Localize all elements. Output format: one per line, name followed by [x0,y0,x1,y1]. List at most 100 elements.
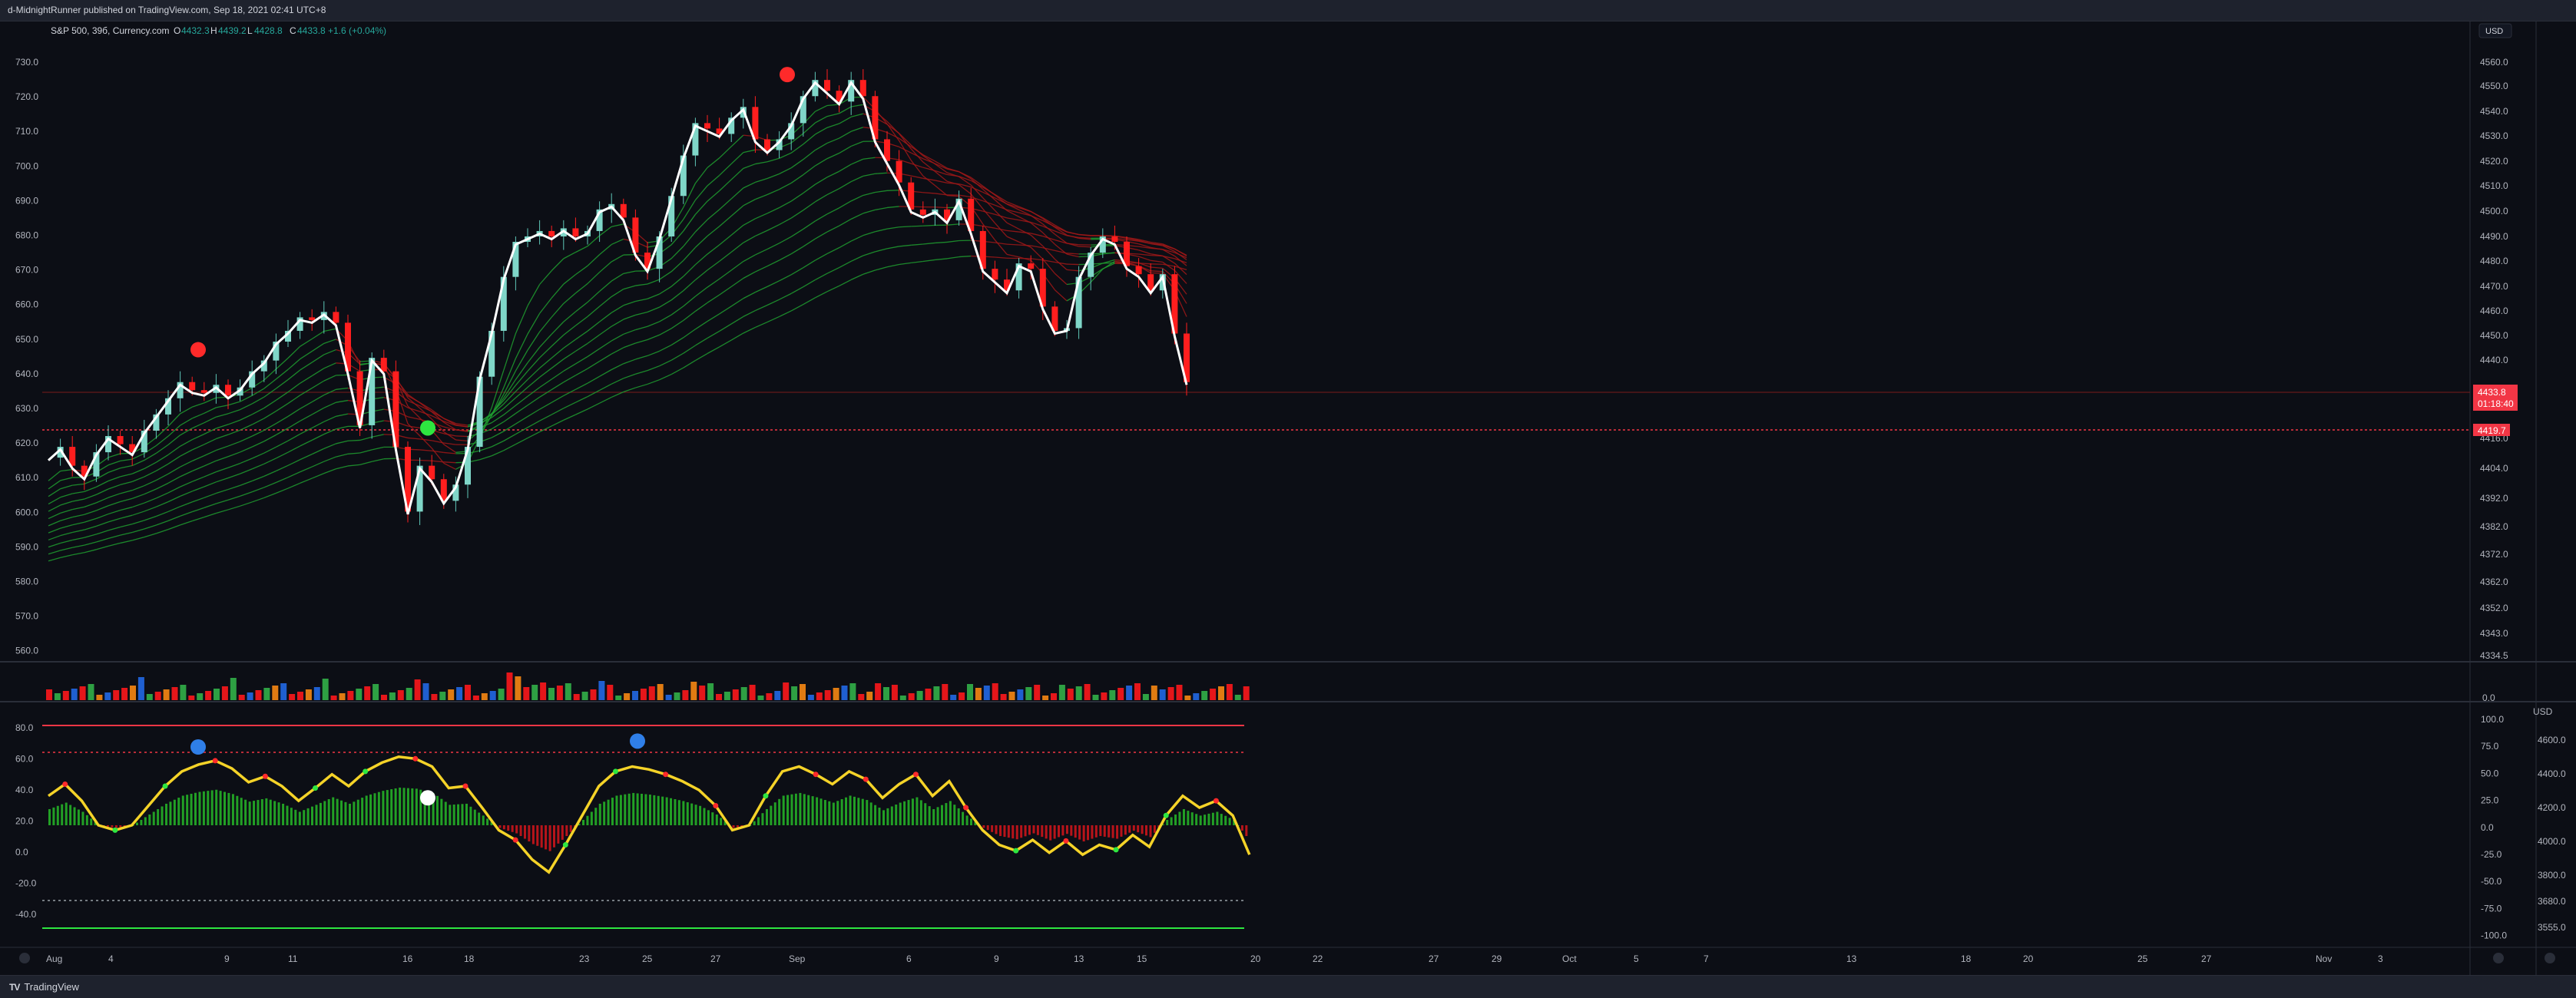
ma-ribbon-line [300,478,313,483]
osc-histogram-bar [436,796,439,825]
oscillator-far-axis[interactable]: 4600.04400.04200.04000.03800.03680.03555… [2538,735,2566,933]
ma-ribbon-line [720,324,732,331]
osc-histogram-bar [520,825,522,836]
osc-histogram-bar [227,793,230,825]
ma-ribbon-line [288,472,300,478]
osc-histogram-bar [657,796,660,825]
symbol-label[interactable]: S&P 500, 39б, Currency.com [51,25,170,36]
ma-ribbon-line [204,482,217,487]
ma-ribbon-line [48,497,61,504]
volume-bar [1084,684,1091,700]
osc-histogram-bar [1170,817,1173,825]
ma-ribbon-line [132,469,144,474]
ma-ribbon-line [935,259,947,260]
osc-histogram-bar [962,812,964,825]
ma-ribbon-line [839,219,852,226]
chart-canvas[interactable]: S&P 500, 39б, Currency.com O 4432.3 H 44… [0,21,2576,975]
ma-ribbon-line [647,307,660,312]
osc-histogram-bar [403,788,406,825]
ma-ribbon-line [420,436,432,448]
right-price-axis[interactable]: 4560.04550.04540.04530.04520.04510.04500… [2480,57,2508,661]
osc-marker-white [420,790,435,805]
volume-bar [582,692,588,700]
candle-body [225,385,231,395]
ma-ribbon-line [767,260,780,266]
ma-ribbon-line [635,312,647,316]
ma-ribbon-line [575,266,588,274]
ma-ribbon-line [851,159,863,164]
osc-histogram-bar [253,801,255,825]
publish-text: d-MidnightRunner published on TradingVie… [8,5,326,15]
right-axis-tick: 4470.0 [2480,281,2508,292]
osc-histogram-bar [1099,825,1101,836]
ma-ribbon-line [839,146,852,153]
oscillator-left-axis[interactable]: 80.060.040.020.00.0-20.0-40.0 [15,722,37,920]
axis-currency-label: USD [2485,27,2503,36]
ma-ribbon-line [156,454,168,462]
ma-ribbon-line [108,484,121,489]
osc-histogram-bar [273,801,276,825]
ma-ribbon-line [647,322,660,326]
volume-bar [55,693,61,700]
volume-bar [1193,693,1199,700]
ma-ribbon-line [240,425,253,430]
volume-bar [289,694,295,700]
ma-ribbon-line [624,374,636,378]
ma-ribbon-line [743,219,756,226]
ma-ribbon-line [84,494,97,499]
osc-left-tick: -40.0 [15,909,37,920]
osc-histogram-bar [194,793,197,825]
volume-bar [164,689,170,700]
ma-ribbon-line [528,388,540,397]
ma-ribbon-line [336,441,348,444]
right-axis-tick: 4440.0 [2480,355,2508,365]
current-price-tag[interactable]: 4433.8 01:18:40 [2473,385,2518,411]
ma-ribbon-line [660,286,672,294]
ma-ribbon-line [540,346,552,358]
ma-ribbon-line [528,313,540,334]
ma-ribbon-line [695,287,707,296]
ma-ribbon-line [911,261,923,263]
ma-ribbon-line [168,516,180,520]
ma-ribbon-line [707,261,720,269]
oscillator-right-axis[interactable]: 100.075.050.025.00.0-25.0-50.0-75.0-100.… [2481,714,2507,941]
zoom-out-button-icon[interactable] [19,953,30,963]
ma-ribbon-line [515,371,528,385]
ma-ribbon-line [515,363,528,380]
ma-ribbon-line [660,300,672,307]
osc-cross-dot [1164,813,1169,818]
tradingview-brand[interactable]: TV TradingView [9,981,79,993]
time-axis[interactable]: Aug49111618232527Sep69131520222729Oct571… [46,953,2383,964]
osc-histogram-bar [399,788,401,825]
log-scale-icon[interactable] [2545,953,2555,963]
ma-ribbon-line [515,334,528,359]
axis-settings-buttons[interactable] [2493,953,2555,963]
ma-ribbon-line [276,478,288,483]
osc-histogram-bar [857,798,859,825]
timezone-circle-left[interactable] [19,953,30,963]
ma-ribbon-line [455,430,468,431]
volume-bar [1160,689,1166,700]
ma-ribbon-line [288,434,300,441]
osc-histogram-bar [223,792,226,825]
ma-ribbon-line [827,114,839,117]
ma-ribbon-line [252,497,264,502]
ma-ribbon-line [144,453,157,460]
volume-bar [63,691,69,700]
candle-body [1028,263,1034,269]
level-price-value: 4419.7 [2478,425,2506,436]
time-axis-label: 4 [108,953,114,964]
chart-area[interactable]: S&P 500, 39б, Currency.com O 4432.3 H 44… [0,21,2576,975]
osc-histogram-bar [220,791,222,825]
osc-histogram-bar [503,825,505,829]
ma-ribbon-line [515,417,528,425]
auto-scale-icon[interactable] [2493,953,2504,963]
osc-histogram-bar [282,804,284,825]
osc-histogram-bar [48,809,51,825]
left-price-axis[interactable]: 730.0720.0710.0700.0690.0680.0670.0660.0… [15,57,38,656]
level-price-tag[interactable]: 4419.7 [2473,424,2510,436]
ma-ribbon-line [48,536,61,540]
symbol-legend[interactable]: S&P 500, 39б, Currency.com O 4432.3 H 44… [51,25,386,36]
footer: TV TradingView [0,975,2576,998]
ma-ribbon-line [995,240,1007,255]
